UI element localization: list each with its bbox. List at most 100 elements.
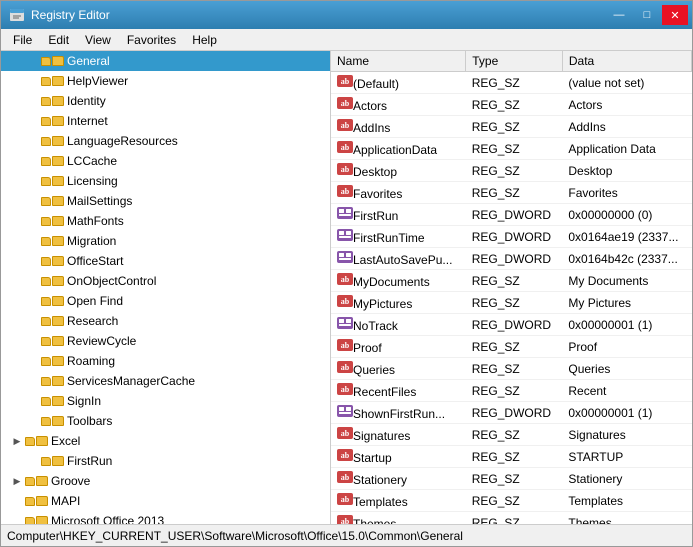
tree-item[interactable]: LanguageResources [1, 131, 330, 151]
reg-type-icon: ab [337, 297, 353, 311]
reg-type-cell: REG_SZ [466, 446, 563, 468]
minimize-button[interactable]: — [606, 5, 632, 25]
table-row[interactable]: ab StartupREG_SZSTARTUP [331, 446, 692, 468]
registry-panel[interactable]: Name Type Data ab (Default)REG_SZ(value … [331, 51, 692, 524]
table-row[interactable]: ab DesktopREG_SZDesktop [331, 160, 692, 182]
reg-data-cell: Recent [562, 380, 691, 402]
table-row[interactable]: ab AddInsREG_SZAddIns [331, 116, 692, 138]
reg-data-cell: 0x00000001 (1) [562, 314, 691, 336]
table-row[interactable]: ab MyPicturesREG_SZMy Pictures [331, 292, 692, 314]
window-title: Registry Editor [31, 8, 110, 22]
tree-item[interactable]: OfficeStart [1, 251, 330, 271]
menu-item-favorites[interactable]: Favorites [119, 31, 184, 49]
reg-type-icon: ab [337, 165, 353, 179]
reg-data-cell: Themes [562, 512, 691, 525]
reg-type-cell: REG_DWORD [466, 402, 563, 424]
table-row[interactable]: ab RecentFilesREG_SZRecent [331, 380, 692, 402]
folder-icon [41, 377, 51, 386]
menu-item-edit[interactable]: Edit [40, 31, 77, 49]
table-row[interactable]: FirstRunREG_DWORD0x00000000 (0) [331, 204, 692, 226]
tree-item[interactable]: ServicesManagerCache [1, 371, 330, 391]
folder-icon-2 [52, 196, 64, 206]
tree-item[interactable]: Roaming [1, 351, 330, 371]
tree-expander-icon [25, 151, 41, 171]
folder-icon-2 [52, 176, 64, 186]
tree-item-label: LanguageResources [67, 134, 178, 148]
menu-item-help[interactable]: Help [184, 31, 225, 49]
table-row[interactable]: ShownFirstRun...REG_DWORD0x00000001 (1) [331, 402, 692, 424]
tree-item[interactable]: ▶Excel [1, 431, 330, 451]
reg-name-cell: ab (Default) [331, 72, 466, 94]
reg-data-cell: Stationery [562, 468, 691, 490]
tree-item-label: General [67, 54, 110, 68]
tree-item[interactable]: Open Find [1, 291, 330, 311]
folder-icon-2 [52, 56, 64, 66]
reg-name-cell: ab Stationery [331, 468, 466, 490]
tree-item[interactable]: Research [1, 311, 330, 331]
tree-expander-icon [25, 391, 41, 411]
folder-icon [25, 517, 35, 525]
tree-item[interactable]: FirstRun [1, 451, 330, 471]
table-row[interactable]: ab MyDocumentsREG_SZMy Documents [331, 270, 692, 292]
tree-item[interactable]: SignIn [1, 391, 330, 411]
reg-entry-name: (Default) [353, 77, 399, 91]
table-row[interactable]: NoTrackREG_DWORD0x00000001 (1) [331, 314, 692, 336]
reg-type-icon: ab [337, 187, 353, 201]
table-row[interactable]: ab ApplicationDataREG_SZApplication Data [331, 138, 692, 160]
close-button[interactable]: ✕ [662, 5, 688, 25]
folder-icon [41, 97, 51, 106]
tree-item[interactable]: Migration [1, 231, 330, 251]
tree-item[interactable]: MAPI [1, 491, 330, 511]
table-row[interactable]: ab QueriesREG_SZQueries [331, 358, 692, 380]
table-row[interactable]: ab SignaturesREG_SZSignatures [331, 424, 692, 446]
folder-icon-2 [52, 456, 64, 466]
reg-name-cell: ab Favorites [331, 182, 466, 204]
tree-item[interactable]: Toolbars [1, 411, 330, 431]
tree-panel[interactable]: General HelpViewerIdentityInternet Languag… [1, 51, 331, 524]
reg-data-cell: Signatures [562, 424, 691, 446]
svg-text:ab: ab [341, 495, 350, 504]
folder-icon-2 [52, 136, 64, 146]
reg-type-cell: REG_SZ [466, 116, 563, 138]
tree-item[interactable]: Microsoft Office 2013 [1, 511, 330, 524]
reg-type-icon: ab [337, 143, 353, 157]
svg-text:ab: ab [341, 341, 350, 350]
tree-item[interactable]: Licensing [1, 171, 330, 191]
tree-item[interactable]: MailSettings [1, 191, 330, 211]
reg-data-cell: 0x00000000 (0) [562, 204, 691, 226]
table-row[interactable]: ab FavoritesREG_SZFavorites [331, 182, 692, 204]
tree-item[interactable]: General [1, 51, 330, 71]
folder-icon [41, 237, 51, 246]
table-row[interactable]: ab ThemesREG_SZThemes [331, 512, 692, 525]
tree-expander-icon [9, 491, 25, 511]
app-icon [9, 7, 25, 23]
reg-type-cell: REG_SZ [466, 72, 563, 94]
table-row[interactable]: ab TemplatesREG_SZTemplates [331, 490, 692, 512]
svg-text:ab: ab [341, 385, 350, 394]
tree-item[interactable]: MathFonts [1, 211, 330, 231]
folder-icons [25, 436, 48, 446]
tree-item-label: Open Find [67, 294, 123, 308]
table-row[interactable]: ab (Default)REG_SZ(value not set) [331, 72, 692, 94]
tree-item[interactable]: HelpViewer [1, 71, 330, 91]
svg-text:ab: ab [341, 143, 350, 152]
table-row[interactable]: ab StationeryREG_SZStationery [331, 468, 692, 490]
tree-item[interactable]: Internet [1, 111, 330, 131]
folder-icon [41, 157, 51, 166]
folder-icon-2 [52, 316, 64, 326]
table-row[interactable]: LastAutoSavePu...REG_DWORD0x0164b42c (23… [331, 248, 692, 270]
table-row[interactable]: ab ProofREG_SZProof [331, 336, 692, 358]
tree-item[interactable]: Identity [1, 91, 330, 111]
folder-icons [41, 276, 64, 286]
table-row[interactable]: ab ActorsREG_SZActors [331, 94, 692, 116]
tree-item[interactable]: ReviewCycle [1, 331, 330, 351]
menu-item-file[interactable]: File [5, 31, 40, 49]
reg-type-icon [337, 209, 353, 223]
svg-text:ab: ab [341, 473, 350, 482]
menu-item-view[interactable]: View [77, 31, 119, 49]
maximize-button[interactable]: □ [634, 5, 660, 25]
tree-item[interactable]: ▶Groove [1, 471, 330, 491]
tree-item[interactable]: OnObjectControl [1, 271, 330, 291]
tree-item[interactable]: LCCache [1, 151, 330, 171]
table-row[interactable]: FirstRunTimeREG_DWORD0x0164ae19 (2337... [331, 226, 692, 248]
